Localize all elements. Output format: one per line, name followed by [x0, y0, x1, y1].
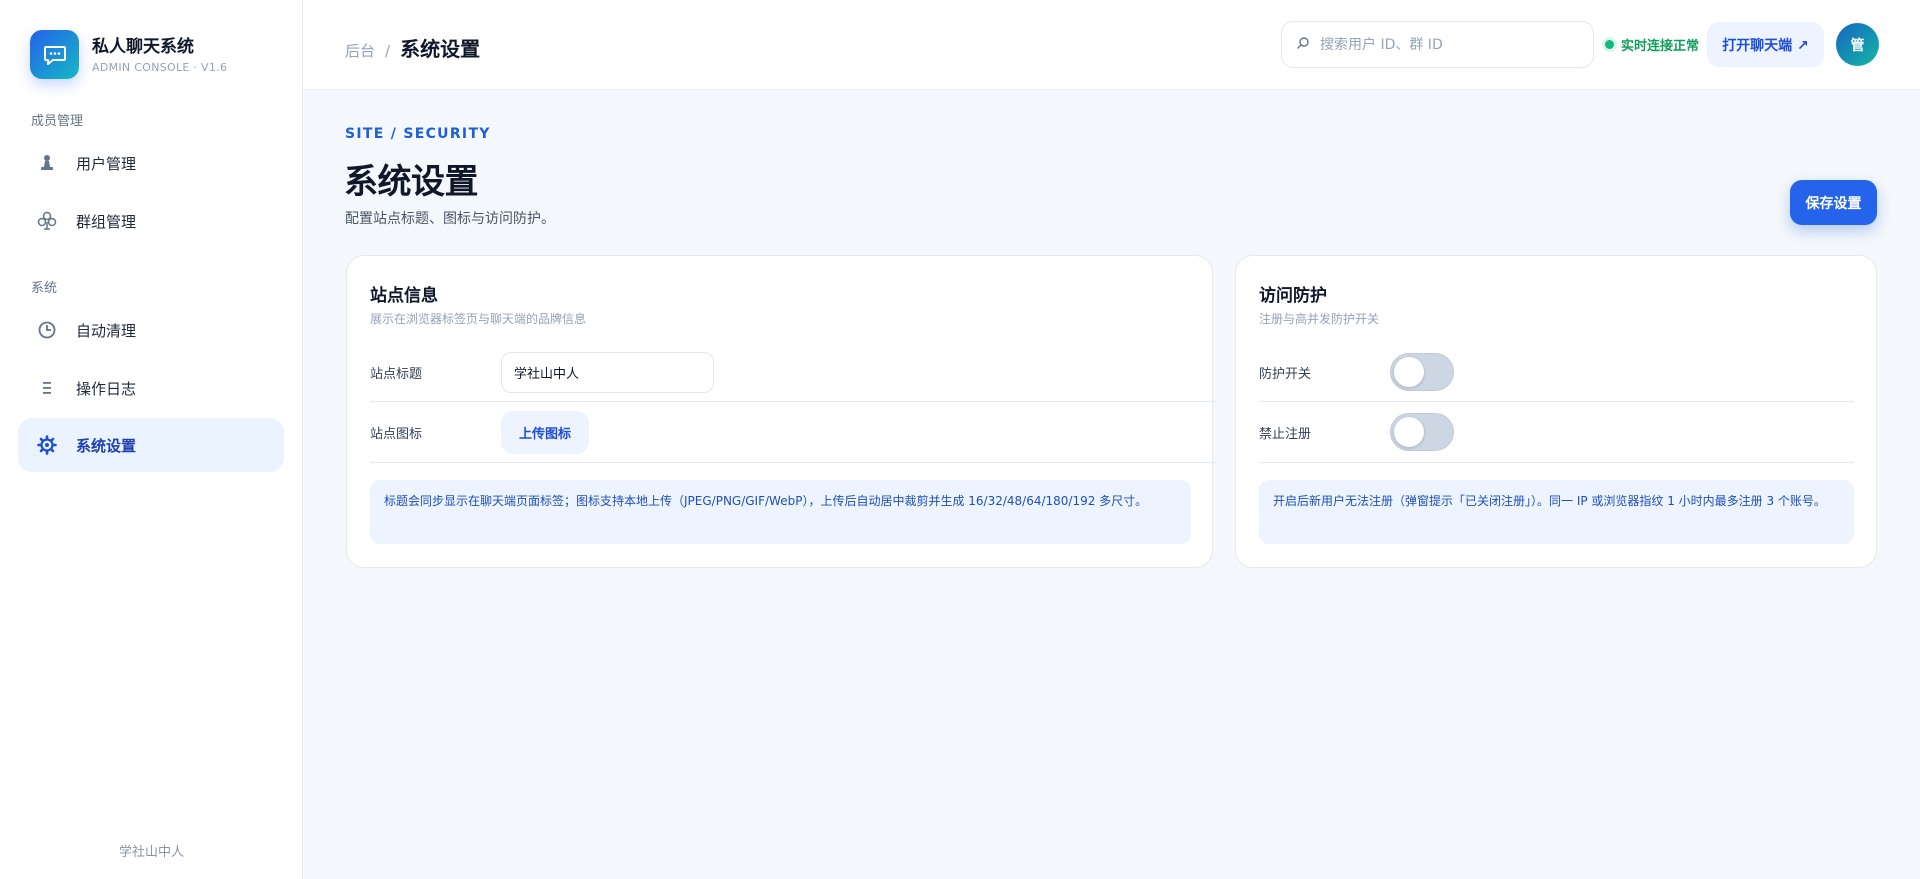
disable-register-toggle[interactable] [1390, 413, 1454, 451]
divider [370, 462, 1215, 463]
sidebar-footer: 学社山中人 [118, 845, 184, 860]
user-icon [36, 152, 58, 174]
breadcrumb: 后台 / 系统设置 [345, 33, 480, 62]
upload-icon-button[interactable]: 上传图标 [501, 410, 589, 454]
breadcrumb-root[interactable]: 后台 [345, 40, 375, 61]
brand-name: 私人聊天系统 [92, 36, 194, 57]
clock-icon [36, 319, 58, 341]
divider [1259, 462, 1854, 463]
disable-register-label: 禁止注册 [1259, 426, 1312, 442]
list-icon [36, 377, 58, 399]
site-icon-label: 站点图标 [370, 426, 423, 442]
sidebar-item-users[interactable]: 用户管理 [18, 136, 284, 190]
sidebar-item-label: 群组管理 [76, 212, 137, 231]
access-protection-notice: 开启后新用户无法注册（弹窗提示「已关闭注册」）。同一 IP 或浏览器指纹 1 小… [1259, 480, 1854, 544]
sidebar-item-logs[interactable]: 操作日志 [18, 361, 284, 415]
sidebar-item-settings[interactable]: 系统设置 [18, 418, 284, 472]
avatar[interactable]: 管 [1836, 23, 1879, 66]
search-box[interactable] [1281, 21, 1594, 68]
sidebar-item-groups[interactable]: 群组管理 [18, 194, 284, 248]
site-title-input[interactable] [501, 351, 714, 393]
sidebar-item-label: 用户管理 [76, 154, 137, 173]
disable-register-row: 禁止注册 [1259, 402, 1454, 462]
brand[interactable]: 私人聊天系统 ADMIN CONSOLE · V1.6 [30, 30, 227, 79]
sidebar-section-members: 成员管理 [31, 114, 84, 129]
brand-subtitle: ADMIN CONSOLE · V1.6 [92, 60, 228, 74]
breadcrumb-current: 系统设置 [400, 37, 481, 61]
search-input[interactable] [1320, 36, 1570, 53]
card-title: 站点信息 [370, 286, 438, 306]
gear-icon [36, 434, 58, 456]
site-title-label: 站点标题 [370, 366, 423, 382]
save-settings-button[interactable]: 保存设置 [1790, 180, 1877, 225]
protection-label: 防护开关 [1259, 366, 1312, 382]
sidebar-item-label: 自动清理 [76, 321, 137, 340]
status-dot-icon [1605, 40, 1614, 49]
page-eyebrow: SITE / SECURITY [345, 126, 491, 142]
chat-bubble-icon [30, 30, 79, 79]
site-info-notice: 标题会同步显示在聊天端页面标签；图标支持本地上传（JPEG/PNG/GIF/We… [370, 480, 1191, 544]
site-title-row: 站点标题 [370, 342, 714, 402]
connection-status: 实时连接正常 [1605, 35, 1699, 54]
card-subtitle: 注册与高并发防护开关 [1259, 312, 1380, 326]
toggle-knob [1394, 417, 1424, 447]
site-icon-row: 站点图标 上传图标 [370, 402, 589, 462]
card-subtitle: 展示在浏览器标签页与聊天端的品牌信息 [370, 312, 587, 326]
page-description: 配置站点标题、图标与访问防护。 [345, 211, 555, 227]
sidebar: 私人聊天系统 ADMIN CONSOLE · V1.6 成员管理 用户管理 群组… [0, 0, 303, 879]
site-info-card: 站点信息 展示在浏览器标签页与聊天端的品牌信息 站点标题 站点图标 上传图标 标… [346, 255, 1215, 568]
sidebar-section-system: 系统 [31, 281, 58, 296]
breadcrumb-separator: / [385, 42, 391, 60]
sidebar-item-auto-clean[interactable]: 自动清理 [18, 303, 284, 357]
sidebar-item-label: 系统设置 [76, 436, 137, 455]
card-title: 访问防护 [1259, 286, 1327, 306]
protection-row: 防护开关 [1259, 342, 1454, 402]
open-chat-button[interactable]: 打开聊天端 ↗ [1707, 22, 1824, 67]
protection-toggle[interactable] [1390, 353, 1454, 391]
group-icon [36, 210, 58, 232]
toggle-knob [1394, 357, 1424, 387]
status-text: 实时连接正常 [1621, 39, 1700, 54]
page-title: 系统设置 [344, 162, 479, 202]
top-header: 后台 / 系统设置 实时连接正常 打开聊天端 ↗ 管 [303, 0, 1920, 90]
access-protection-card: 访问防护 注册与高并发防护开关 防护开关 禁止注册 开启后新用户无法注册（弹窗提… [1235, 255, 1877, 568]
sidebar-item-label: 操作日志 [76, 379, 137, 398]
search-icon [1296, 35, 1310, 54]
